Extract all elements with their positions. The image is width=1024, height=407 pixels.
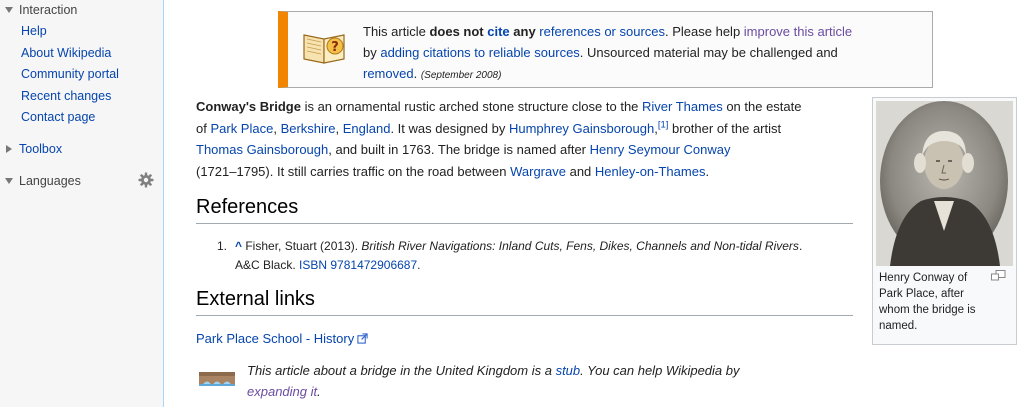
magnify-icon[interactable] xyxy=(991,270,1006,281)
ambox-text: This article does not cite any reference… xyxy=(363,24,853,81)
book-question-icon: ? xyxy=(303,34,345,64)
languages-heading[interactable]: Languages xyxy=(0,172,81,190)
citation-1-link[interactable]: [1] xyxy=(658,119,669,130)
collapse-triangle-icon xyxy=(5,7,13,13)
reference-backlink[interactable]: ^ xyxy=(235,239,242,253)
link-park-place[interactable]: Park Place xyxy=(210,121,273,136)
link-berkshire[interactable]: Berkshire xyxy=(281,121,336,136)
isbn-link[interactable]: 9781472906687 xyxy=(327,258,417,272)
sidebar-item-recent-changes[interactable]: Recent changes xyxy=(21,89,111,103)
lead-paragraph: Conway's Bridge is an ornamental rustic … xyxy=(196,99,802,179)
references-sources-link[interactable]: references or sources xyxy=(539,24,665,39)
svg-text:?: ? xyxy=(331,40,339,55)
thumbnail-caption: Henry Conway of Park Place, after whom t… xyxy=(879,272,976,332)
stub-link[interactable]: stub xyxy=(556,363,581,378)
references-heading: References xyxy=(196,196,853,224)
unreferenced-message-box: ? This article does not cite any referen… xyxy=(278,11,933,88)
link-england[interactable]: England xyxy=(343,121,391,136)
link-thomas-gainsborough[interactable]: Thomas Gainsborough xyxy=(196,142,328,157)
thumbnail-box: Henry Conway of Park Place, after whom t… xyxy=(872,97,1017,345)
link-river-thames[interactable]: River Thames xyxy=(642,99,723,114)
link-humphrey-gainsborough[interactable]: Humphrey Gainsborough xyxy=(509,121,654,136)
adding-citations-link[interactable]: adding citations to reliable sources xyxy=(380,45,579,60)
collapse-triangle-icon xyxy=(5,178,13,184)
external-link-icon xyxy=(357,333,368,344)
gear-icon[interactable] xyxy=(138,172,154,188)
expanding-it-link[interactable]: expanding it xyxy=(247,384,317,399)
reference-title: British River Navigations: Inland Cuts, … xyxy=(361,239,799,253)
stub-notice: This article about a bridge in the Unite… xyxy=(196,360,836,402)
link-wargrave[interactable]: Wargrave xyxy=(510,164,566,179)
isbn-label-link[interactable]: ISBN xyxy=(299,258,327,272)
link-henry-seymour-conway[interactable]: Henry Seymour Conway xyxy=(590,142,731,157)
expand-triangle-icon xyxy=(6,145,12,153)
ambox-date: (September 2008) xyxy=(420,70,502,81)
bridge-stub-icon xyxy=(199,372,235,386)
external-links-heading: External links xyxy=(196,288,853,316)
sidebar-item-contact[interactable]: Contact page xyxy=(21,110,95,124)
henry-conway-portrait[interactable] xyxy=(876,101,1013,266)
sidebar-item-about[interactable]: About Wikipedia xyxy=(21,46,111,60)
reference-number: 1. xyxy=(217,239,228,253)
sidebar-item-community-portal[interactable]: Community portal xyxy=(21,67,119,81)
link-henley-on-thames[interactable]: Henley-on-Thames xyxy=(595,164,706,179)
toolbox-heading[interactable]: Toolbox xyxy=(0,140,62,158)
sidebar-item-help[interactable]: Help xyxy=(21,24,47,38)
improve-article-link[interactable]: improve this article xyxy=(744,24,852,39)
cite-link[interactable]: cite xyxy=(487,24,509,39)
article-subject: Conway's Bridge xyxy=(196,99,301,114)
interaction-heading[interactable]: Interaction xyxy=(0,1,77,19)
sidebar: Interaction Help About Wikipedia Communi… xyxy=(0,0,164,407)
removed-link[interactable]: removed xyxy=(363,66,414,81)
park-place-school-link[interactable]: Park Place School - History xyxy=(196,331,368,346)
main-content: ? This article does not cite any referen… xyxy=(165,0,1024,407)
